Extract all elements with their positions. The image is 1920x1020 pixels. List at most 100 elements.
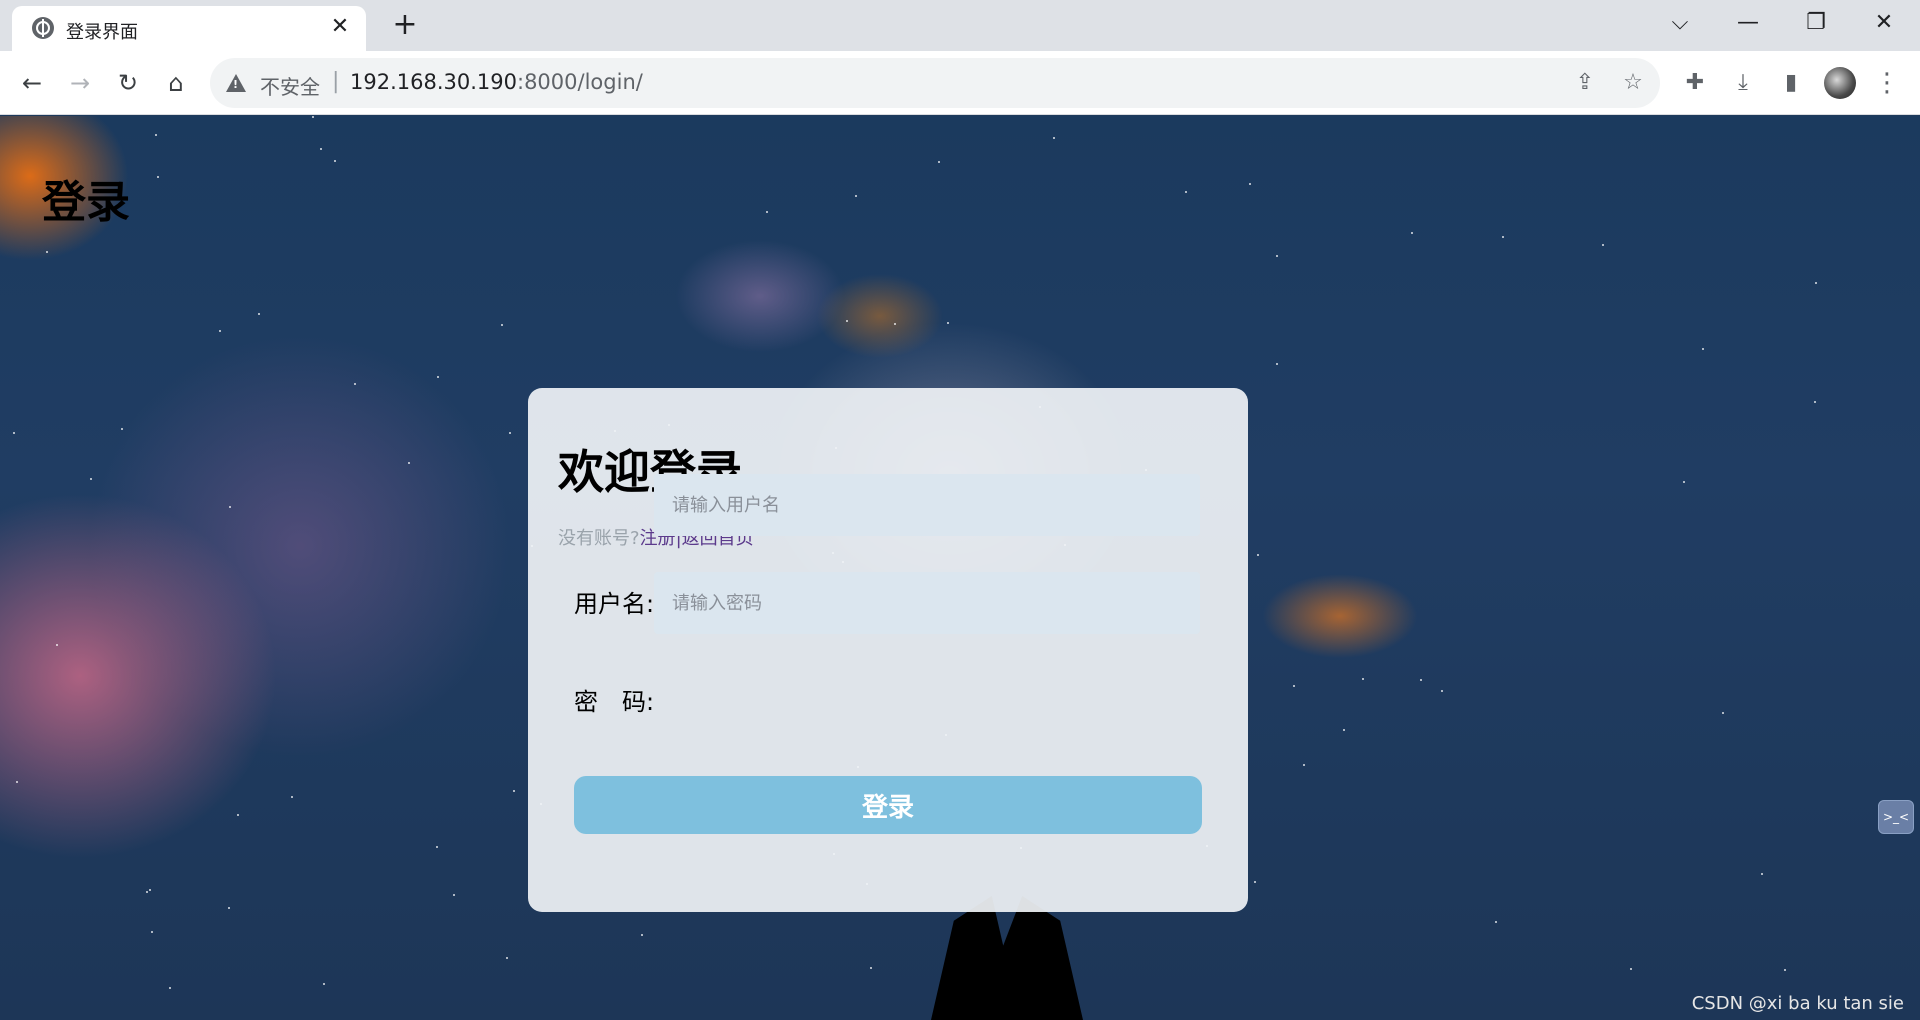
star-dot: [1722, 712, 1724, 714]
star-dot: [1602, 244, 1604, 246]
star-dot: [855, 195, 857, 197]
reload-icon[interactable]: ↻: [112, 67, 144, 99]
star-dot: [219, 330, 221, 332]
star-dot: [169, 987, 171, 989]
star-dot: [1683, 481, 1685, 483]
minimize-icon[interactable]: —: [1728, 8, 1768, 38]
star-dot: [1411, 232, 1413, 234]
star-dot: [90, 478, 92, 480]
watermark: CSDN @xi ba ku tan sie: [1691, 993, 1904, 1014]
login-card: 欢迎登录 没有账号?注册|返回首页 用户名: 密 码: 登录: [528, 388, 1248, 912]
star-dot: [228, 907, 230, 909]
close-tab-icon[interactable]: ✕: [328, 15, 352, 39]
warning-icon[interactable]: [226, 74, 246, 92]
extensions-icon[interactable]: ✚: [1680, 68, 1710, 98]
share-icon[interactable]: ⇪: [1572, 70, 1598, 96]
page-heading: 登录: [42, 177, 130, 228]
star-dot: [229, 506, 231, 508]
kebab-menu-icon[interactable]: ⋮: [1872, 68, 1902, 98]
address-bar[interactable]: 不安全 | 192.168.30.190:8000/login/ ⇪ ☆: [210, 58, 1660, 108]
star-dot: [157, 176, 159, 178]
profile-avatar[interactable]: [1824, 67, 1856, 99]
star-dot: [323, 983, 325, 985]
page-background: 登录 欢迎登录 没有账号?注册|返回首页 用户名: 密 码: 登录 >_< CS…: [0, 116, 1920, 1020]
star-dot: [1761, 873, 1763, 875]
login-button[interactable]: 登录: [574, 776, 1202, 834]
hint-text: 没有账号?: [558, 528, 640, 549]
window-close-icon[interactable]: ✕: [1864, 8, 1904, 38]
star-dot: [501, 324, 503, 326]
star-dot: [1293, 685, 1295, 687]
star-dot: [354, 383, 356, 385]
star-dot: [155, 134, 157, 136]
star-dot: [291, 796, 293, 798]
home-icon[interactable]: ⌂: [160, 67, 192, 99]
browser-toolbar: ← → ↻ ⌂ 不安全 | 192.168.30.190:8000/login/…: [0, 51, 1920, 115]
star-dot: [1420, 679, 1422, 681]
star-dot: [16, 781, 18, 783]
star-dot: [436, 846, 438, 848]
star-dot: [121, 428, 123, 430]
star-dot: [1441, 690, 1443, 692]
star-dot: [437, 376, 439, 378]
star-dot: [1343, 729, 1345, 731]
download-icon[interactable]: ⤓: [1728, 68, 1758, 98]
url-separator: |: [332, 69, 340, 94]
star-dot: [46, 251, 48, 253]
url-host: 192.168.30.190: [350, 70, 517, 94]
star-dot: [334, 160, 336, 162]
star-dot: [146, 891, 148, 893]
side-widget-icon[interactable]: >_<: [1878, 800, 1914, 834]
password-input[interactable]: [654, 572, 1200, 634]
password-label: 密 码:: [574, 688, 655, 716]
star-dot: [408, 462, 410, 464]
star-dot: [1502, 236, 1504, 238]
star-dot: [846, 320, 848, 322]
star-dot: [1303, 764, 1305, 766]
star-dot: [1495, 921, 1497, 923]
globe-icon: [32, 17, 54, 39]
restore-icon[interactable]: ❐: [1796, 8, 1836, 38]
star-dot: [258, 313, 260, 315]
star-dot: [1053, 137, 1055, 139]
star-dot: [938, 161, 940, 163]
star-dot: [151, 931, 153, 933]
star-dot: [1814, 401, 1816, 403]
star-dot: [149, 889, 151, 891]
star-dot: [513, 790, 515, 792]
back-icon[interactable]: ←: [16, 67, 48, 99]
forward-icon[interactable]: →: [64, 67, 96, 99]
star-dot: [312, 116, 314, 118]
star-dot: [1254, 881, 1256, 883]
star-dot: [947, 322, 949, 324]
star-dot: [1276, 255, 1278, 257]
star-dot: [13, 432, 15, 434]
star-dot: [506, 957, 508, 959]
star-dot: [1257, 554, 1259, 556]
star-dot: [453, 894, 455, 896]
star-dot: [641, 934, 643, 936]
star-dot: [237, 814, 239, 816]
star-dot: [1362, 678, 1364, 680]
star-dot: [320, 148, 322, 150]
star-dot: [870, 967, 872, 969]
browser-tab[interactable]: 登录界面 ✕: [12, 6, 366, 51]
url-path: :8000/login/: [517, 70, 643, 94]
new-tab-button[interactable]: +: [390, 10, 420, 40]
star-dot: [509, 432, 511, 434]
star-dot: [1815, 282, 1817, 284]
star-dot: [56, 644, 58, 646]
security-label[interactable]: 不安全: [260, 71, 320, 100]
star-dot: [894, 323, 896, 325]
url-text[interactable]: 192.168.30.190:8000/login/: [350, 70, 643, 94]
username-label: 用户名:: [574, 590, 655, 618]
browser-tab-bar: 登录界面 ✕ + ⌵ — ❐ ✕: [0, 0, 1920, 51]
star-dot: [1276, 363, 1278, 365]
tab-search-icon[interactable]: ⌵: [1660, 8, 1700, 38]
side-panel-icon[interactable]: ▮: [1776, 68, 1806, 98]
username-input[interactable]: [654, 474, 1200, 536]
star-dot: [1784, 969, 1786, 971]
tab-title: 登录界面: [66, 22, 138, 43]
star-dot: [1249, 183, 1251, 185]
star-icon[interactable]: ☆: [1620, 70, 1646, 96]
